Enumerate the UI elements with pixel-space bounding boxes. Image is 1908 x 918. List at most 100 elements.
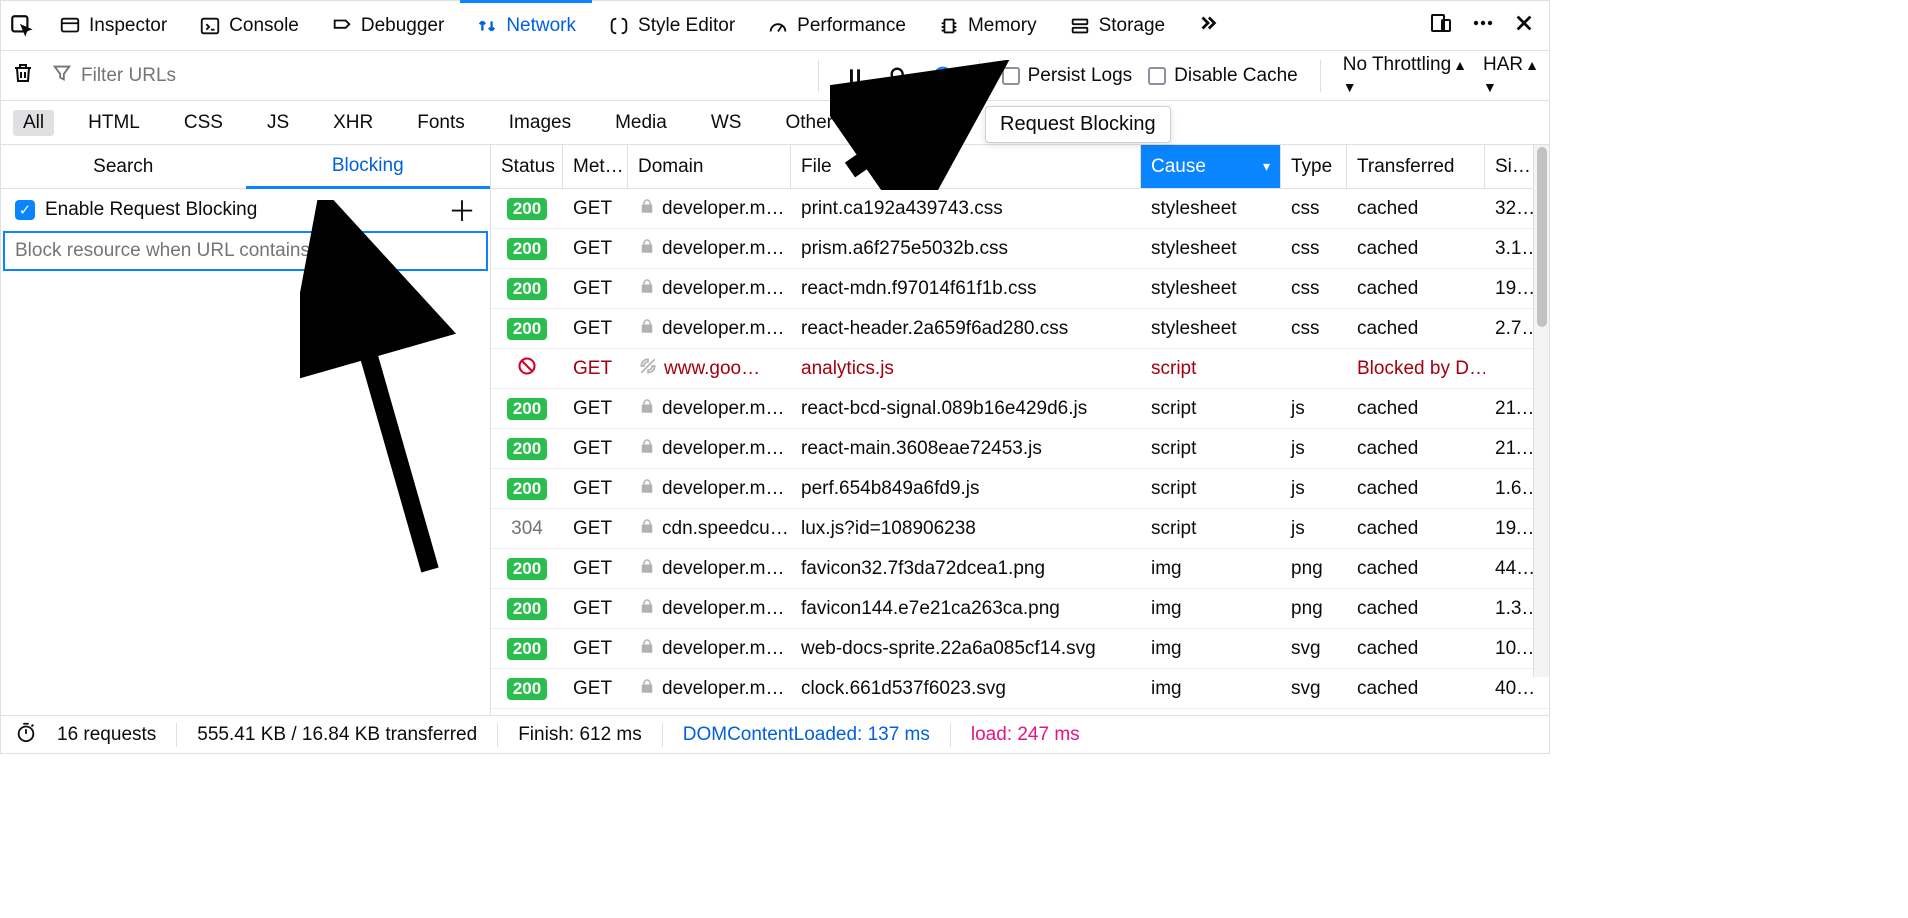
tab-perf[interactable]: Performance [751,1,922,50]
request-row[interactable]: 200GETdeveloper.m…print.ca192a439743.css… [491,189,1549,229]
close-devtools-icon[interactable] [1513,12,1535,40]
cause-cell: stylesheet [1141,238,1281,260]
request-blocking-button[interactable] [929,62,957,90]
request-row[interactable]: 200GETdeveloper.m…react-bcd-signal.089b1… [491,389,1549,429]
type-cell: css [1281,278,1347,300]
column-header-status[interactable]: Status [491,145,563,188]
filter-other[interactable]: Other [775,110,843,136]
lock-icon [638,197,656,221]
meatball-menu-icon[interactable] [1471,11,1495,41]
throttling-select[interactable]: No Throttling▲▼ [1343,54,1467,98]
tab-label: Memory [968,15,1037,37]
transferred-cell: cached [1347,478,1485,500]
status-code: 304 [511,518,543,540]
type-cell: js [1281,398,1347,420]
domain-cell: cdn.speedcu… [628,517,791,541]
filter-js[interactable]: JS [257,110,299,136]
tab-storage[interactable]: Storage [1053,1,1182,50]
domain-cell: developer.m… [628,197,791,221]
request-row[interactable]: 200GETdeveloper.m…favicon144.e7e21ca263c… [491,589,1549,629]
perf-icon [767,15,789,37]
size-cell: 19… [1485,278,1535,300]
file-cell: react-header.2a659f6ad280.css [791,318,1141,340]
tab-label: Console [229,15,299,37]
table-scrollbar[interactable] [1533,145,1549,677]
har-menu[interactable]: HAR▲▼ [1483,54,1539,98]
request-row[interactable]: 200GETdeveloper.m…clock.661d537f6023.svg… [491,669,1549,709]
tab-inspector[interactable]: Inspector [43,1,183,50]
filter-css[interactable]: CSS [174,110,233,136]
search-button[interactable] [885,62,913,90]
column-header-transferred[interactable]: Transferred [1347,145,1485,188]
status-code: 200 [507,318,547,340]
add-block-pattern-button[interactable]: ＋ [448,190,476,230]
request-row[interactable]: GETwww.goo…analytics.jsscriptBlocked by … [491,349,1549,389]
method-cell: GET [563,398,628,420]
request-row[interactable]: 200GETdeveloper.m…react-mdn.f97014f61f1b… [491,269,1549,309]
filter-media[interactable]: Media [605,110,677,136]
status-code: 200 [507,278,547,300]
size-cell: 1.6… [1485,478,1535,500]
type-cell: css [1281,198,1347,220]
request-row[interactable]: 200GETdeveloper.m…react-main.3608eae7245… [491,429,1549,469]
responsive-mode-icon[interactable] [1429,11,1453,41]
request-row[interactable]: 304GETcdn.speedcu…lux.js?id=108906238scr… [491,509,1549,549]
tab-label: Storage [1099,15,1166,37]
filter-ws[interactable]: WS [701,110,752,136]
lock-icon [638,557,656,581]
filter-url-input[interactable] [81,65,341,87]
request-row[interactable]: 200GETdeveloper.m…web-docs-sprite.22a6a0… [491,629,1549,669]
filter-icon [51,62,73,90]
transferred-cell: cached [1347,678,1485,700]
tab-network[interactable]: Network [460,0,592,49]
column-header-cause[interactable]: Cause [1141,145,1281,188]
transferred-cell: cached [1347,518,1485,540]
request-row[interactable]: 200GETdeveloper.m…favicon32.7f3da72dcea1… [491,549,1549,589]
column-header-method[interactable]: Met… [563,145,628,188]
disable-cache-checkbox[interactable]: Disable Cache [1148,65,1298,87]
transferred-cell: cached [1347,318,1485,340]
file-cell: print.ca192a439743.css [791,198,1141,220]
transferred-cell: cached [1347,278,1485,300]
block-url-input[interactable] [5,233,486,269]
column-header-domain[interactable]: Domain [628,145,791,188]
request-row[interactable]: 200GETdeveloper.m…prism.a6f275e5032b.css… [491,229,1549,269]
tab-debugger[interactable]: Debugger [315,1,460,50]
sidebar-tab-search[interactable]: Search [1,145,246,189]
request-row[interactable]: 200GETdeveloper.m…perf.654b849a6fd9.jssc… [491,469,1549,509]
tab-label: Inspector [89,15,167,37]
request-row[interactable]: 200GETdeveloper.m…react-header.2a659f6ad… [491,309,1549,349]
filter-html[interactable]: HTML [78,110,150,136]
tabs-overflow-button[interactable] [1181,1,1235,50]
tab-memory[interactable]: Memory [922,1,1053,50]
column-header-file[interactable]: File [791,145,1141,188]
tab-style[interactable]: Style Editor [592,1,751,50]
tab-console[interactable]: Console [183,1,315,50]
domain-cell: developer.m… [628,637,791,661]
tab-label: Debugger [361,15,444,37]
filter-images[interactable]: Images [499,110,581,136]
method-cell: GET [563,598,628,620]
transferred-cell: cached [1347,238,1485,260]
transferred-cell: cached [1347,598,1485,620]
debugger-icon [331,15,353,37]
status-code: 200 [507,558,547,580]
enable-blocking-checkbox[interactable]: ✓ [15,200,35,220]
sidebar-tab-blocking[interactable]: Blocking [246,145,491,189]
filter-xhr[interactable]: XHR [323,110,383,136]
clear-button[interactable] [11,61,39,91]
filter-fonts[interactable]: Fonts [407,110,475,136]
domain-cell: www.goo… [628,356,791,382]
pause-recording-button[interactable] [841,62,869,90]
method-cell: GET [563,278,628,300]
element-picker-button[interactable] [1,13,43,39]
column-header-type[interactable]: Type [1281,145,1347,188]
persist-logs-checkbox[interactable]: Persist Logs [1002,65,1133,87]
type-cell: png [1281,558,1347,580]
filter-all[interactable]: All [13,110,54,136]
column-header-size[interactable]: Si… [1485,145,1535,188]
file-cell: favicon32.7f3da72dcea1.png [791,558,1141,580]
method-cell: GET [563,318,628,340]
cause-cell: img [1141,558,1281,580]
cause-cell: img [1141,638,1281,660]
